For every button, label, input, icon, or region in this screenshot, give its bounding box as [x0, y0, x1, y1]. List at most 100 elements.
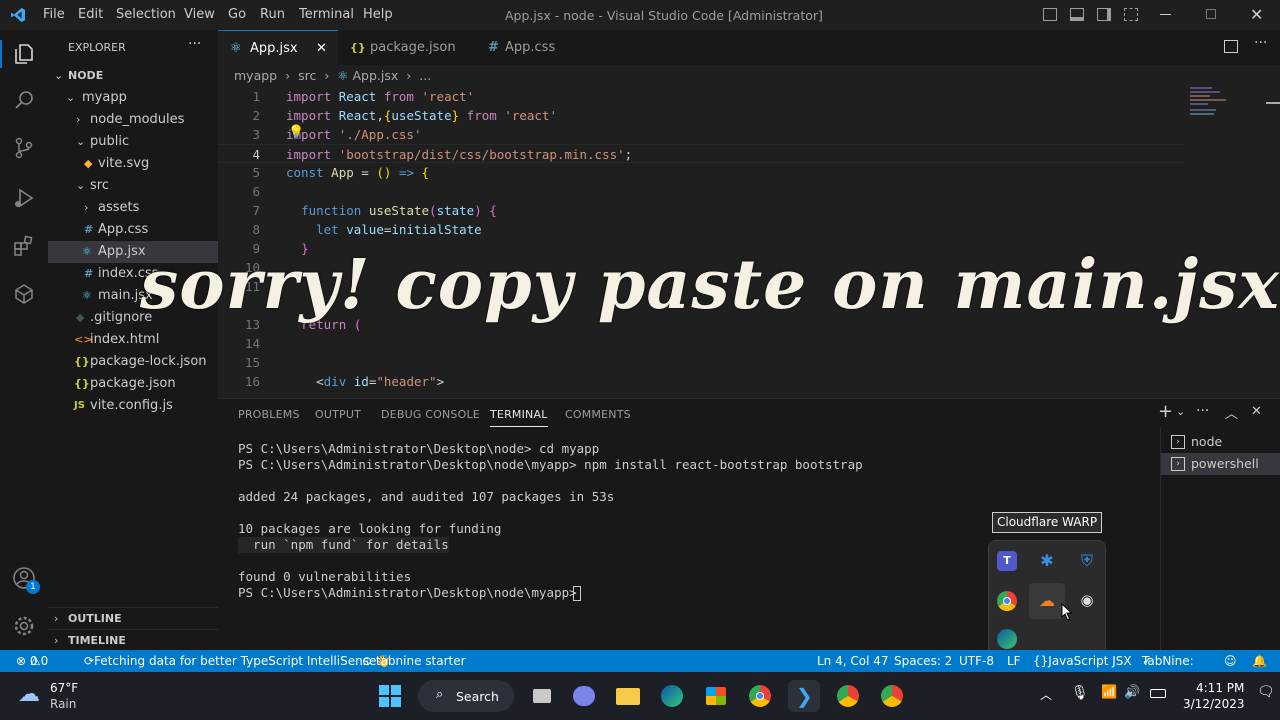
chrome-icon[interactable] — [997, 591, 1017, 611]
tree-item-src[interactable]: ⌄ src — [48, 175, 218, 197]
edge-icon[interactable] — [997, 629, 1017, 649]
notifications-icon[interactable]: 🔔 — [1252, 650, 1267, 672]
edge-browser-icon[interactable] — [656, 680, 688, 712]
toggle-secondary-sidebar-icon[interactable] — [1097, 8, 1111, 21]
tabnine-status[interactable]: ⊙ tabnine starter 👋 — [362, 650, 466, 672]
feedback-icon[interactable]: ☺ — [1224, 650, 1237, 672]
more-actions-icon[interactable]: ··· — [1254, 35, 1267, 51]
close-tab-icon[interactable]: ✕ — [316, 31, 327, 66]
menu-selection[interactable]: Selection — [116, 7, 176, 22]
tree-item-assets[interactable]: › assets — [48, 197, 218, 219]
clock-date[interactable]: 3/12/2023 — [1183, 697, 1245, 711]
tab-app-jsx[interactable]: ⚛ App.jsx ✕ — [218, 30, 338, 65]
battery-icon[interactable] — [1150, 689, 1166, 698]
close-window-icon[interactable]: ✕ — [1250, 5, 1263, 24]
remote-explorer-icon[interactable] — [12, 282, 36, 306]
vscode-taskbar-icon[interactable]: ❯ — [788, 680, 820, 712]
wifi-icon[interactable]: 📶 — [1101, 685, 1117, 700]
indentation[interactable]: Spaces: 2 — [894, 650, 952, 672]
chrome-taskbar-icon[interactable] — [744, 680, 776, 712]
line-ending[interactable]: LF — [1007, 650, 1021, 672]
microphone-icon[interactable]: 🎙 — [1071, 685, 1089, 701]
menu-terminal[interactable]: Terminal — [299, 7, 354, 22]
toggle-sidebar-icon[interactable] — [1043, 8, 1057, 21]
tree-item-app-css[interactable]: # App.css — [48, 219, 218, 241]
minimize-icon[interactable] — [1160, 14, 1171, 15]
restore-icon[interactable] — [1206, 9, 1216, 19]
source-control-icon[interactable] — [12, 136, 36, 160]
notification-icon[interactable]: 🗨 — [1257, 684, 1275, 700]
teams-chat-icon[interactable] — [568, 680, 600, 712]
run-debug-icon[interactable] — [12, 186, 36, 210]
tab-problems[interactable]: PROBLEMS — [238, 408, 300, 421]
tree-item-node-modules[interactable]: › node_modules — [48, 109, 218, 131]
typescript-status[interactable]: ⟳ Fetching data for better TypeScript In… — [84, 650, 376, 672]
customize-layout-icon[interactable] — [1124, 8, 1138, 21]
timeline-section[interactable]: › TIMELINE — [48, 629, 218, 651]
menu-view[interactable]: View — [184, 7, 215, 22]
language-mode[interactable]: {} JavaScript JSX — [1033, 650, 1132, 672]
volume-icon[interactable]: 🔊 — [1124, 685, 1140, 700]
teams-icon[interactable]: T — [997, 551, 1017, 571]
terminal-prompt[interactable]: PS C:\Users\Administrator\Desktop\node\m… — [238, 585, 584, 601]
menu-run[interactable]: Run — [260, 7, 285, 22]
bluetooth-icon[interactable]: ✱ — [1037, 551, 1057, 571]
extensions-icon[interactable] — [12, 234, 36, 258]
menu-go[interactable]: Go — [228, 7, 246, 22]
menu-file[interactable]: File — [43, 7, 65, 22]
problems-indicator[interactable]: ⊗ 0 ⚠ 0 — [16, 650, 48, 672]
weather-temp[interactable]: 67°F — [50, 681, 78, 695]
more-actions-icon[interactable]: ··· — [188, 36, 201, 52]
menu-help[interactable]: Help — [363, 7, 393, 22]
outline-section[interactable]: › OUTLINE — [48, 607, 218, 629]
tab-debug-console[interactable]: DEBUG CONSOLE — [381, 408, 480, 421]
lightbulb-icon[interactable]: 💡 — [288, 123, 304, 142]
more-actions-icon[interactable]: ··· — [1196, 403, 1209, 419]
tree-root-node[interactable]: ⌄ NODE — [48, 65, 218, 87]
tree-item-myapp[interactable]: ⌄ myapp — [48, 87, 218, 109]
close-panel-icon[interactable]: ✕ — [1251, 404, 1262, 419]
tab-output[interactable]: OUTPUT — [315, 408, 361, 421]
terminal-instance-node[interactable]: › node — [1171, 433, 1280, 453]
tree-item-index-html[interactable]: <> index.html — [48, 329, 218, 351]
camera-icon[interactable]: ◉ — [1077, 591, 1097, 611]
encoding[interactable]: UTF-8 — [959, 650, 994, 672]
explorer-files-icon[interactable] — [12, 42, 36, 66]
breadcrumb-file[interactable]: App.jsx — [353, 68, 399, 83]
tab-terminal[interactable]: TERMINAL — [490, 408, 548, 427]
menu-edit[interactable]: Edit — [78, 7, 103, 22]
tab-app-css[interactable]: # App.css — [474, 30, 590, 65]
tree-item-package-json[interactable]: {} package.json — [48, 373, 218, 395]
search-icon[interactable] — [12, 88, 36, 112]
new-terminal-icon[interactable]: + — [1158, 401, 1173, 422]
code-line-current[interactable]: 4 import 'bootstrap/dist/css/bootstrap.mi… — [218, 144, 1184, 163]
cloudflare-warp-icon[interactable]: ☁ — [1037, 591, 1057, 611]
split-editor-icon[interactable] — [1224, 40, 1238, 53]
defender-warning-icon[interactable]: ⛨ — [1077, 551, 1097, 571]
tree-item-vite-config-js[interactable]: JS vite.config.js — [48, 395, 218, 417]
tab-comments[interactable]: COMMENTS — [565, 408, 631, 421]
maximize-panel-icon[interactable]: ︿ — [1225, 403, 1238, 422]
task-view-icon[interactable] — [526, 680, 558, 712]
tabnine-right[interactable]: TabNine: ✓ — [1142, 650, 1194, 672]
tree-item-public[interactable]: ⌄ public — [48, 131, 218, 153]
scrollbar-indicator[interactable] — [1266, 102, 1280, 104]
toggle-panel-icon[interactable] — [1070, 8, 1084, 21]
clock-time[interactable]: 4:11 PM — [1196, 681, 1244, 695]
minimap[interactable] — [1190, 87, 1230, 131]
tab-package-json[interactable]: {} package.json — [338, 30, 474, 65]
breadcrumb-src[interactable]: src — [298, 68, 316, 83]
tree-item-vite-svg[interactable]: ◆ vite.svg — [48, 153, 218, 175]
cursor-position[interactable]: Ln 4, Col 47 — [817, 650, 889, 672]
breadcrumb-myapp[interactable]: myapp — [234, 68, 277, 83]
weather-desc[interactable]: Rain — [50, 697, 76, 711]
file-explorer-icon[interactable] — [612, 680, 644, 712]
chevron-down-icon[interactable]: ⌄ — [1176, 405, 1185, 418]
chevron-up-icon[interactable]: ︿ — [1040, 686, 1052, 703]
tree-item-package-lock-json[interactable]: {} package-lock.json — [48, 351, 218, 373]
taskbar-search[interactable]: ⌕ Search — [418, 680, 514, 712]
terminal-instance-powershell[interactable]: › powershell — [1161, 453, 1280, 475]
chrome-profile-2-icon[interactable] — [876, 680, 908, 712]
gear-icon[interactable] — [12, 614, 36, 638]
chrome-profile-icon[interactable] — [832, 680, 864, 712]
